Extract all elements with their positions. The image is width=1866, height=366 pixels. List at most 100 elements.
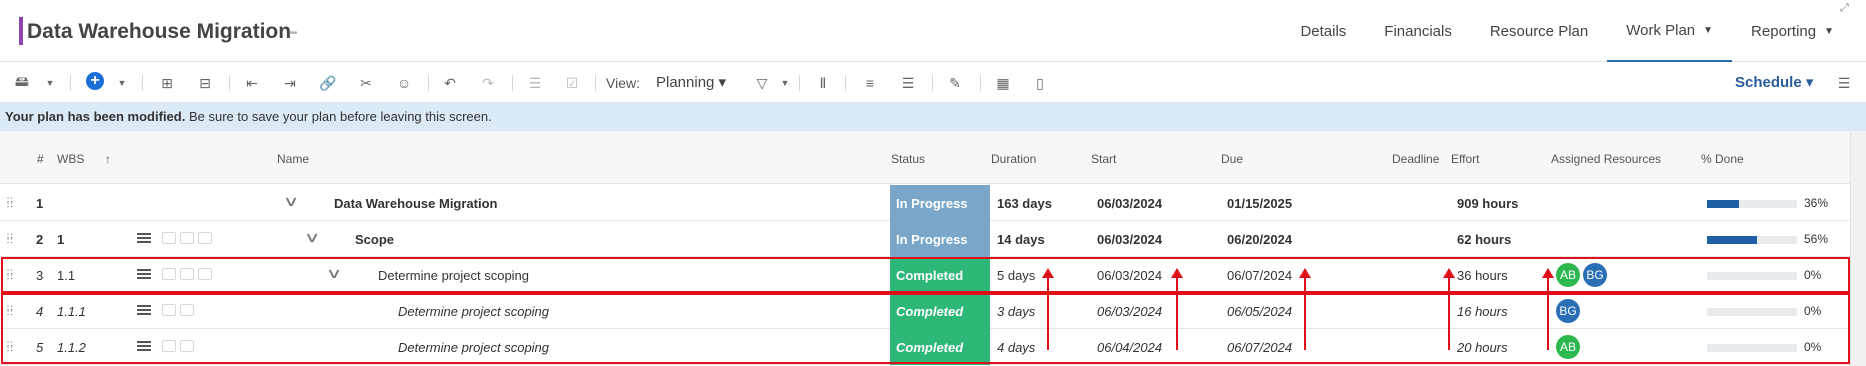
view-select[interactable]: Planning ▾ [656,73,726,91]
menu-icon[interactable]: ☰ [1834,73,1854,93]
view-label: View: [606,75,640,91]
title-accent-bar [19,17,23,45]
chevron-down-icon: ▼ [1703,24,1714,36]
save-icon[interactable]: 🖴 [12,73,32,93]
banner-text: Be sure to save your plan before leaving… [185,109,492,124]
annotation-arrow [1299,268,1311,350]
progress-fill [1707,236,1758,244]
col-name[interactable]: Name [277,152,309,166]
check-icon[interactable]: ☑ [562,73,582,93]
nav-details-label: Details [1300,22,1347,40]
row-num: 2 [36,231,44,247]
hierarchy-icon[interactable]: ☰ [898,73,918,93]
col-start[interactable]: Start [1091,152,1116,166]
filter-icon[interactable]: ▽ [752,73,772,93]
annotation-box [1,293,1850,364]
col-resources[interactable]: Assigned Resources [1551,152,1661,166]
nav-details[interactable]: Details [1281,0,1365,62]
progress-bar [1707,200,1797,208]
sort-arrow-icon[interactable]: ↑ [105,152,111,166]
title-menu-icon[interactable]: ••• [289,28,297,39]
row-wbs: 1 [57,231,65,247]
baseline-icon[interactable]: ☰ [525,73,545,93]
toolbar-separator [980,75,981,91]
chevron-down-icon[interactable]: ▼ [112,73,132,93]
row-action-icons[interactable] [162,232,222,246]
toolbar-separator [142,75,143,91]
annotation-box [1,257,1850,293]
row-start[interactable]: 06/03/2024 [1097,221,1162,257]
nav-reporting[interactable]: Reporting ▼ [1732,0,1866,62]
top-nav: Details Financials Resource Plan Work Pl… [1281,0,1866,62]
document-icon [198,232,212,244]
toolbar-separator [229,75,230,91]
nav-work-plan[interactable]: Work Plan ▼ [1607,0,1733,62]
row-pct: 36% [1804,196,1829,210]
row-start[interactable]: 06/03/2024 [1097,185,1162,221]
nav-resource-plan[interactable]: Resource Plan [1471,0,1607,62]
col-effort[interactable]: Effort [1451,152,1479,166]
chevron-down-icon[interactable]: ▼ [40,73,60,93]
row-pct: 56% [1804,232,1829,246]
col-wbs[interactable]: WBS [57,152,84,166]
annotation-arrow [1171,268,1183,350]
annotation-arrow [1542,268,1554,350]
redo-icon[interactable]: ↷ [478,73,498,93]
toolbar-separator [512,75,513,91]
nav-reporting-label: Reporting [1751,22,1817,40]
chevron-down-icon[interactable]: ∨ [283,193,299,210]
schedule-dropdown[interactable]: Schedule ▾ [1735,73,1813,91]
toolbar-separator [845,75,846,91]
nav-financials[interactable]: Financials [1365,0,1471,62]
toolbar-separator [799,75,800,91]
row-due[interactable]: 06/20/2024 [1227,221,1292,257]
nav-resource-plan-label: Resource Plan [1489,22,1589,40]
comment-icon [180,232,194,244]
chevron-down-icon[interactable]: ▼ [775,73,795,93]
undo-icon[interactable]: ↶ [440,73,460,93]
annotation-arrow [1443,268,1455,350]
row-effort[interactable]: 909 hours [1457,185,1518,221]
page-title: Data Warehouse Migration [27,20,292,43]
col-status[interactable]: Status [891,152,925,166]
col-duration[interactable]: Duration [991,152,1036,166]
link-icon[interactable]: 🔗 [318,73,338,93]
chevron-down-icon[interactable]: ∨ [304,229,320,246]
row-name[interactable]: Scope [355,221,394,257]
status-badge[interactable]: In Progress [890,221,990,257]
row-name[interactable]: Data Warehouse Migration [334,185,497,221]
chevron-down-icon: ▼ [1824,25,1834,37]
row-effort[interactable]: 62 hours [1457,221,1511,257]
row-duration[interactable]: 163 days [997,185,1052,221]
modified-banner: Your plan has been modified. Be sure to … [0,103,1866,131]
toolbar-separator [70,75,71,91]
outdent-icon[interactable]: ⇤ [242,73,262,93]
unlink-icon[interactable]: ✂ [356,73,376,93]
banner-bold-text: Your plan has been modified. [5,109,186,124]
clipboard-icon[interactable]: ▯ [1030,73,1050,93]
paint-icon[interactable]: ✎ [945,73,965,93]
align-icon[interactable]: ≡ [860,73,880,93]
nav-financials-label: Financials [1384,22,1452,40]
drag-handle-icon[interactable]: ∷ ∷ [7,232,15,246]
status-badge[interactable]: In Progress [890,185,990,221]
indent-icon[interactable]: ⇥ [280,73,300,93]
drag-handle-icon[interactable]: ∷ ∷ [7,196,15,210]
col-num[interactable]: # [37,152,44,166]
row-due[interactable]: 01/15/2025 [1227,185,1292,221]
collapse-icon[interactable]: ⊟ [195,73,215,93]
notes-icon[interactable] [137,233,151,245]
col-due[interactable]: Due [1221,152,1243,166]
add-icon[interactable]: + [86,72,104,90]
vertical-scrollbar[interactable] [1850,131,1866,366]
expand-icon[interactable]: ⊞ [157,73,177,93]
col-done[interactable]: % Done [1701,152,1744,166]
table-row[interactable]: ∷ ∷ 2 1 ∨ Scope In Progress 14 days 06/03… [0,221,1850,257]
annotation-arrow [1042,268,1054,350]
row-duration[interactable]: 14 days [997,221,1045,257]
table-row[interactable]: ∷ ∷ 1 ∨ Data Warehouse Migration In Progr… [0,185,1850,221]
calendar-icon[interactable]: ▦ [993,73,1013,93]
columns-icon[interactable]: Ⅱ [813,73,833,93]
col-deadline[interactable]: Deadline [1392,152,1439,166]
assign-icon[interactable]: ☺ [394,73,414,93]
